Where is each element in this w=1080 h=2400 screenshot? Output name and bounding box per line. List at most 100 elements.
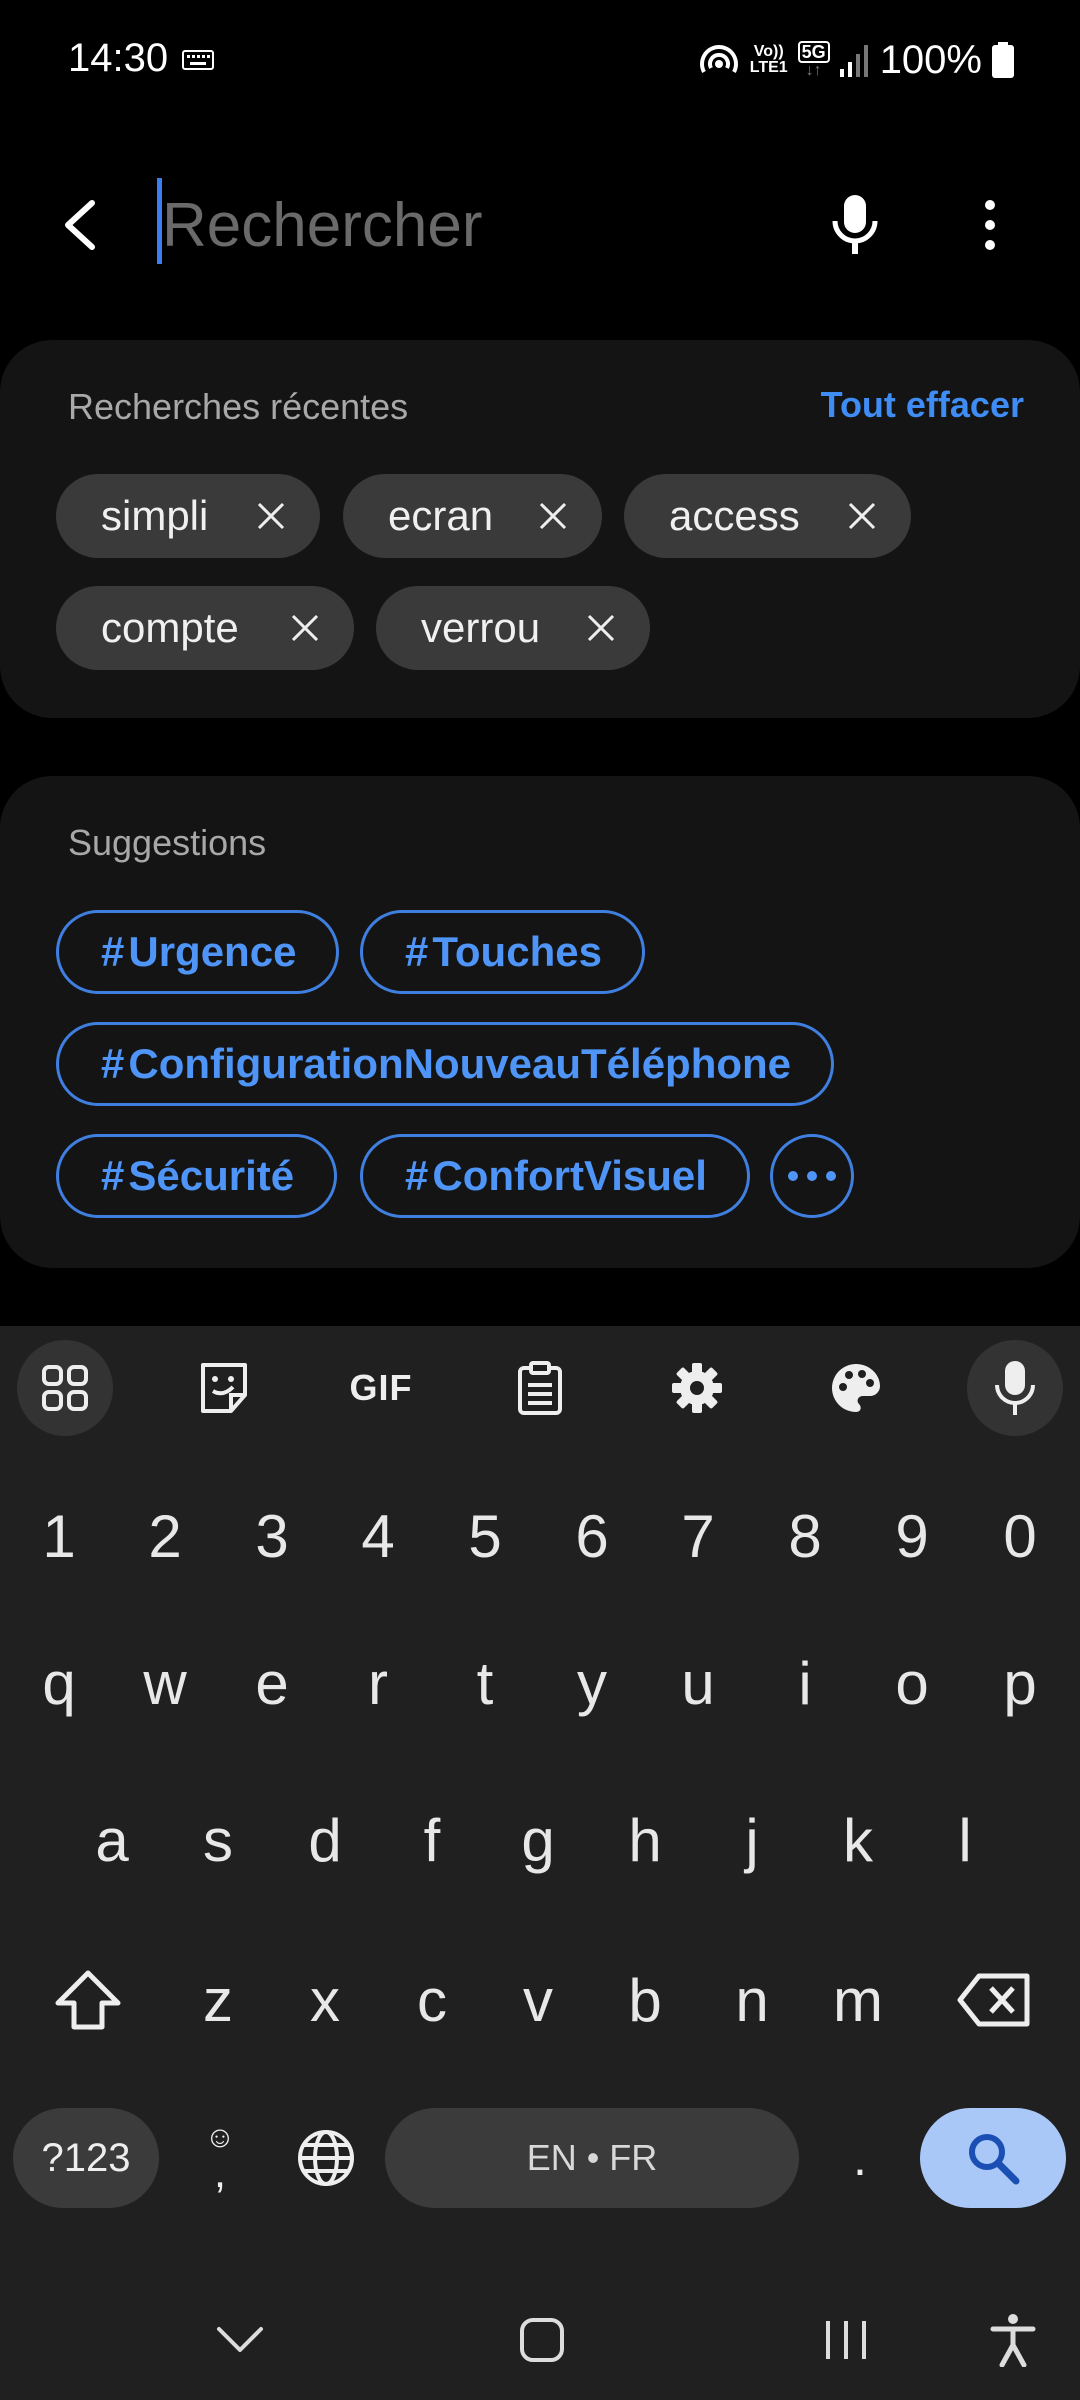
battery-icon <box>992 42 1014 78</box>
search-toolbar <box>0 160 1080 290</box>
suggestions-title: Suggestions <box>68 822 267 863</box>
number-key[interactable]: 1 <box>11 1476 107 1596</box>
letter-key[interactable]: s <box>170 1780 266 1900</box>
suggestion-tag[interactable]: # ConfigurationNouveauTéléphone <box>56 1022 835 1106</box>
close-icon[interactable] <box>538 501 568 531</box>
more-options-button[interactable] <box>950 185 1030 265</box>
close-icon[interactable] <box>847 501 877 531</box>
more-suggestions-button[interactable] <box>770 1134 854 1218</box>
close-icon[interactable] <box>290 613 320 643</box>
letter-key[interactable]: u <box>650 1623 746 1743</box>
number-key[interactable]: 6 <box>544 1476 640 1596</box>
letter-key[interactable]: p <box>972 1623 1068 1743</box>
globe-icon <box>298 2130 354 2186</box>
letter-key[interactable]: g <box>490 1780 586 1900</box>
volte-indicator: Vo)) LTE1 <box>749 43 788 76</box>
number-key[interactable]: 5 <box>437 1476 533 1596</box>
letter-key[interactable]: x <box>277 1940 373 2060</box>
recent-chip[interactable]: ecran <box>343 474 602 558</box>
sticker-icon <box>201 1363 247 1413</box>
suggestion-tag[interactable]: # Urgence <box>56 910 340 994</box>
hide-keyboard-button[interactable] <box>200 2300 280 2380</box>
letter-key[interactable]: z <box>170 1940 266 2060</box>
keyboard-voice-button[interactable] <box>967 1340 1063 1436</box>
letter-key[interactable]: y <box>544 1623 640 1743</box>
letter-key[interactable]: h <box>597 1780 693 1900</box>
recent-chip[interactable]: simpli <box>56 474 320 558</box>
text-caret <box>157 178 162 264</box>
number-key[interactable]: 0 <box>972 1476 1068 1596</box>
more-horizontal-icon <box>788 1171 836 1181</box>
status-time: 14:30 <box>68 36 169 80</box>
home-button[interactable] <box>502 2300 582 2380</box>
number-key[interactable]: 3 <box>224 1476 320 1596</box>
search-input[interactable] <box>158 185 778 265</box>
recent-searches-panel: Recherches récentes Tout effacer simpli … <box>0 340 1080 718</box>
shift-key[interactable] <box>40 1940 136 2060</box>
suggestion-tag[interactable]: # ConfortVisuel <box>360 1134 750 1218</box>
recent-chip[interactable]: verrou <box>376 586 650 670</box>
more-vertical-icon <box>985 200 995 250</box>
network-5g-indicator: 5G ↓↑ <box>797 41 830 79</box>
symbols-key[interactable]: ?123 <box>13 2108 159 2208</box>
settings-button[interactable] <box>649 1340 745 1436</box>
letter-key[interactable]: f <box>384 1780 480 1900</box>
language-key[interactable] <box>278 2108 374 2208</box>
number-key[interactable]: 7 <box>650 1476 746 1596</box>
recent-chip[interactable]: compte <box>56 586 354 670</box>
letter-key[interactable]: a <box>64 1780 160 1900</box>
close-icon[interactable] <box>256 501 286 531</box>
signal-icon <box>839 45 868 77</box>
number-key[interactable]: 4 <box>330 1476 426 1596</box>
period-key[interactable]: . <box>815 2108 905 2208</box>
shift-icon <box>55 1970 121 2030</box>
microphone-icon <box>832 195 878 254</box>
recents-button[interactable] <box>806 2300 886 2380</box>
number-key[interactable]: 9 <box>864 1476 960 1596</box>
recent-chip[interactable]: access <box>624 474 911 558</box>
letter-key[interactable]: b <box>597 1940 693 2060</box>
voice-search-button[interactable] <box>815 185 895 265</box>
letter-key[interactable]: m <box>810 1940 906 2060</box>
apps-grid-button[interactable] <box>17 1340 113 1436</box>
sticker-button[interactable] <box>176 1340 272 1436</box>
letter-key[interactable]: r <box>330 1623 426 1743</box>
theme-button[interactable] <box>808 1340 904 1436</box>
status-bar: 14:30 Vo)) LTE1 5G ↓↑ 100% <box>0 0 1080 120</box>
letter-key[interactable]: o <box>864 1623 960 1743</box>
letter-key[interactable]: k <box>810 1780 906 1900</box>
emoji-comma-key[interactable]: ☺ , <box>182 2108 258 2208</box>
gif-label: GIF <box>349 1367 413 1408</box>
letter-key[interactable]: v <box>490 1940 586 2060</box>
number-key[interactable]: 2 <box>117 1476 213 1596</box>
clear-all-button[interactable]: Tout effacer <box>821 384 1024 426</box>
keyboard-toolbar: GIF <box>0 1326 1080 1454</box>
recent-searches-title: Recherches récentes <box>68 386 409 427</box>
letter-key[interactable]: e <box>224 1623 320 1743</box>
letter-key[interactable]: q <box>11 1623 107 1743</box>
letter-key[interactable]: t <box>437 1623 533 1743</box>
recent-apps-icon <box>826 2321 866 2359</box>
suggestion-tag[interactable]: # Sécurité <box>56 1134 338 1218</box>
letter-key[interactable]: i <box>757 1623 853 1743</box>
gif-button[interactable]: GIF <box>333 1340 429 1436</box>
backspace-key[interactable] <box>944 1940 1044 2060</box>
letter-key[interactable]: c <box>384 1940 480 2060</box>
navigation-bar <box>0 2270 1080 2400</box>
space-key[interactable]: EN • FR <box>385 2108 799 2208</box>
accessibility-icon <box>990 2314 1036 2367</box>
suggestions-panel: Suggestions # Urgence # Touches # Configura… <box>0 776 1080 1268</box>
letter-key[interactable]: j <box>704 1780 800 1900</box>
letter-key[interactable]: w <box>117 1623 213 1743</box>
letter-key[interactable]: d <box>277 1780 373 1900</box>
clipboard-button[interactable] <box>492 1340 588 1436</box>
number-key[interactable]: 8 <box>757 1476 853 1596</box>
back-button[interactable] <box>40 185 120 265</box>
close-icon[interactable] <box>586 613 616 643</box>
suggestion-tag[interactable]: # Touches <box>360 910 645 994</box>
accessibility-button[interactable] <box>973 2300 1053 2380</box>
clipboard-icon <box>518 1361 562 1415</box>
letter-key[interactable]: n <box>704 1940 800 2060</box>
letter-key[interactable]: l <box>917 1780 1013 1900</box>
search-key[interactable] <box>920 2108 1066 2208</box>
